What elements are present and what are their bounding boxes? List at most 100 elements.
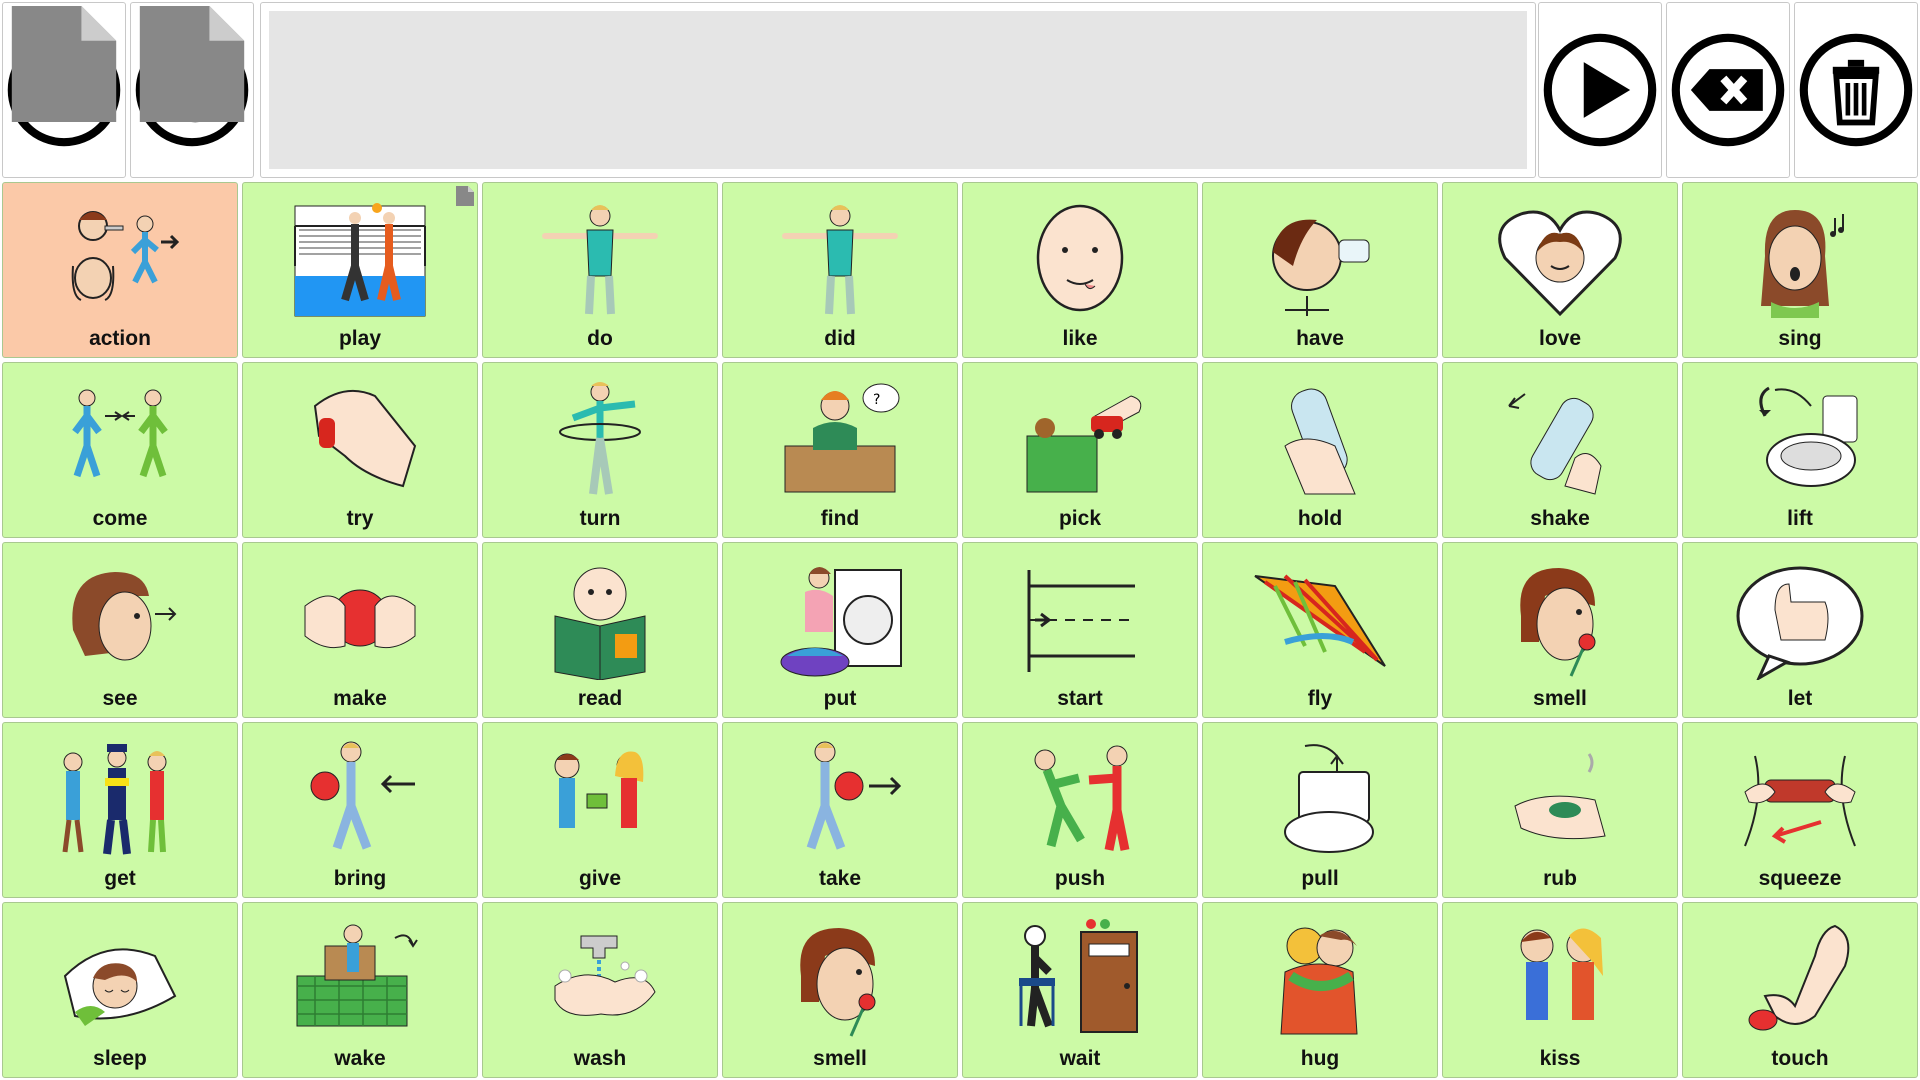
vocab-button-do[interactable]: do [482,182,718,358]
vocab-label: love [1538,327,1582,350]
vocab-button-put[interactable]: put [722,542,958,718]
clear-button[interactable] [1794,2,1918,178]
backspace-button[interactable] [1666,2,1790,178]
toolbar [0,0,1920,180]
vocab-button-read[interactable]: read [482,542,718,718]
put-icon [780,567,902,677]
pictogram [1203,543,1437,685]
vocab-button-kiss[interactable]: kiss [1442,902,1678,1078]
vocab-button-take[interactable]: take [722,722,958,898]
pictogram [243,903,477,1045]
smell-icon [800,928,876,1037]
pictogram [1203,723,1437,865]
pick-icon [1026,395,1142,493]
vocab-button-wait[interactable]: wait [962,902,1198,1078]
vocab-button-let[interactable]: let [1682,542,1918,718]
vocab-button-shake[interactable]: shake [1442,362,1678,538]
vocab-button-touch[interactable]: touch [1682,902,1918,1078]
vocab-button-pull[interactable]: pull [1202,722,1438,898]
vocab-button-come[interactable]: come [2,362,238,538]
vocab-button-like[interactable]: like [962,182,1198,358]
vocab-button-make[interactable]: make [242,542,478,718]
speak-button[interactable] [1538,2,1662,178]
vocab-button-find[interactable]: ? find [722,362,958,538]
vocab-button-squeeze[interactable]: squeeze [1682,722,1918,898]
turn-icon [559,382,641,495]
vocab-label: pick [1058,507,1102,530]
love-icon [1498,210,1622,317]
play-volleyball-icon [294,203,426,317]
pictogram [723,183,957,325]
pull-icon [1284,744,1374,853]
vocab-button-try[interactable]: try [242,362,478,538]
vocab-button-have[interactable]: have [1202,182,1438,358]
vocab-button-give[interactable]: give [482,722,718,898]
vocab-button-play[interactable]: play [242,182,478,358]
pictogram [1443,903,1677,1045]
back-button[interactable] [130,2,254,178]
pictogram [1203,363,1437,505]
vocab-button-wake[interactable]: wake [242,902,478,1078]
pictogram [963,723,1197,865]
vocab-button-rub[interactable]: rub [1442,722,1678,898]
folder-corner-icon [456,186,474,206]
vocab-label: play [338,327,382,350]
folder-corner-icon [11,6,117,122]
vocab-label: read [577,687,623,710]
come-icon [72,389,168,478]
sleep-icon [63,948,177,1026]
try-icon [313,389,417,488]
vocab-button-hold[interactable]: hold [1202,362,1438,538]
home-button[interactable] [2,2,126,178]
vocab-button-sleep[interactable]: sleep [2,902,238,1078]
vocab-button-turn[interactable]: turn [482,362,718,538]
vocab-button-did[interactable]: did [722,182,958,358]
pictogram [1683,183,1917,325]
vocab-label: start [1057,687,1103,710]
pictogram [243,363,477,505]
bring-icon [310,741,415,850]
vocab-label: give [578,867,622,890]
start-icon [1027,570,1135,672]
wait-icon [1019,919,1138,1033]
smell-icon [1520,568,1596,677]
kiss-icon [1520,928,1603,1020]
vocab-label: like [1062,327,1098,350]
vocab-button-sing[interactable]: sing [1682,182,1918,358]
vocab-button-lift[interactable]: lift [1682,362,1918,538]
pictogram [963,183,1197,325]
pictogram [963,543,1197,685]
sentence-bar[interactable] [260,2,1536,178]
pictogram [1683,903,1917,1045]
vocab-button-start[interactable]: start [962,542,1198,718]
vocab-label: put [823,687,857,710]
pictogram [243,723,477,865]
vocabulary-grid: action play do did like have love sing come try tu… [2,182,1918,1078]
wash-icon [554,935,656,1016]
vocab-button-get[interactable]: get [2,722,238,898]
pictogram [1683,363,1917,505]
vocab-button-bring[interactable]: bring [242,722,478,898]
pictogram [723,543,957,685]
pictogram [483,903,717,1045]
vocab-button-push[interactable]: push [962,722,1198,898]
vocab-label: take [818,867,862,890]
vocab-button-fly[interactable]: fly [1202,542,1438,718]
vocab-label: squeeze [1758,867,1842,890]
vocab-button-hug[interactable]: hug [1202,902,1438,1078]
vocab-label: action [89,327,151,350]
vocab-button-love[interactable]: love [1442,182,1678,358]
vocab-button-pick[interactable]: pick [962,362,1198,538]
pictogram [1683,723,1917,865]
vocab-button-smell[interactable]: smell [1442,542,1678,718]
svg-text:?: ? [873,392,880,408]
hold-icon [1284,388,1356,495]
rub-icon [1514,753,1606,840]
vocab-label: smell [1533,687,1587,710]
pictogram [963,363,1197,505]
vocab-button-smell[interactable]: smell [722,902,958,1078]
read-icon [554,567,646,680]
vocab-button-wash[interactable]: wash [482,902,718,1078]
vocab-button-see[interactable]: see [2,542,238,718]
vocab-button-action[interactable]: action [2,182,238,358]
